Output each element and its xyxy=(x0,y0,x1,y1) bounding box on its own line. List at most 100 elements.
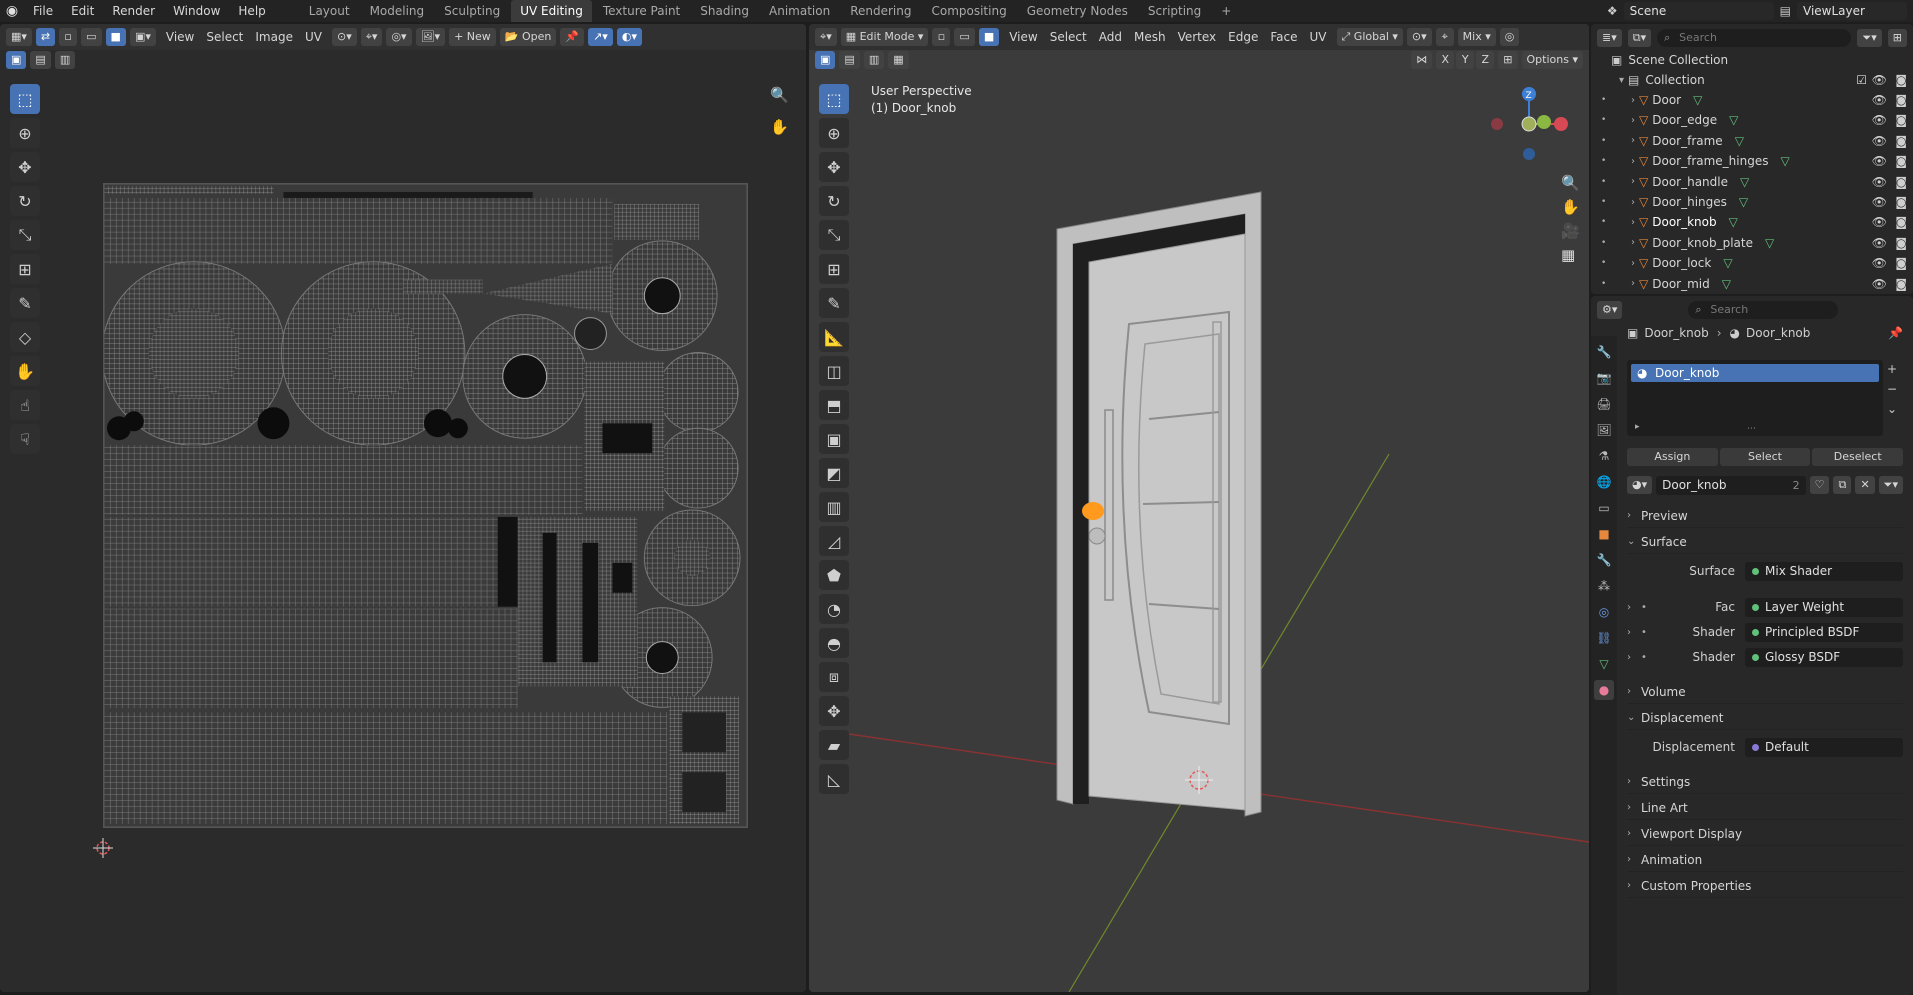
outliner-item-door-lock[interactable]: • › ▽ Door_lock ▽ 👁 ◙ xyxy=(1591,253,1913,273)
outliner-dot-icon[interactable]: • xyxy=(1601,177,1606,187)
proportional-icon[interactable]: ◎▾ xyxy=(386,28,412,46)
uv-gizmo-icon[interactable]: ↗▾ xyxy=(588,28,613,46)
settings-section[interactable]: › Settings xyxy=(1627,770,1903,794)
select-button[interactable]: Select xyxy=(1719,448,1811,466)
visibility-icon[interactable]: 👁 xyxy=(1872,93,1887,107)
expand-chevron-icon[interactable]: › xyxy=(1631,95,1635,106)
pinch-tool-icon[interactable]: ☟ xyxy=(10,424,40,454)
visibility-icon[interactable]: 👁 xyxy=(1872,277,1887,291)
physics-tab-icon[interactable]: ◎ xyxy=(1594,602,1614,622)
outliner-search-input[interactable]: ⌕ Search xyxy=(1657,29,1852,47)
fake-user-icon[interactable]: ♡ xyxy=(1809,476,1830,494)
tab-scripting[interactable]: Scripting xyxy=(1139,0,1210,22)
shader2-input-field[interactable]: Glossy BSDF xyxy=(1745,647,1903,667)
line-art-section[interactable]: › Line Art xyxy=(1627,796,1903,820)
mesh-data-icon[interactable]: ▽ xyxy=(1735,134,1744,148)
relax-tool-icon[interactable]: ☝ xyxy=(10,390,40,420)
outliner-dot-icon[interactable]: • xyxy=(1601,136,1606,146)
outliner-item-door-handle[interactable]: • › ▽ Door_handle ▽ 👁 ◙ xyxy=(1591,172,1913,192)
visibility-icon[interactable]: 👁 xyxy=(1872,175,1887,189)
collection-row[interactable]: ▾ ▤ Collection ☑ 👁 ◙ xyxy=(1591,70,1913,90)
world-tab-icon[interactable]: 🌐 xyxy=(1594,472,1614,492)
select-mode-extend-icon[interactable]: ▤ xyxy=(30,51,51,69)
props-search-input[interactable]: ⌕ Search xyxy=(1688,301,1839,319)
move-tool-icon[interactable]: ✥ xyxy=(10,152,40,182)
scene-icon[interactable]: ❖ xyxy=(1607,4,1618,18)
expand-chevron-icon[interactable]: › xyxy=(1631,135,1635,146)
scene-selector[interactable]: Scene xyxy=(1623,2,1774,20)
menu-help[interactable]: Help xyxy=(229,0,274,22)
outliner-dot-icon[interactable]: • xyxy=(1601,156,1606,166)
tab-layout[interactable]: Layout xyxy=(300,0,359,22)
render-visibility-icon[interactable]: ◙ xyxy=(1895,195,1907,209)
zoom-icon[interactable]: 🔍 xyxy=(770,86,789,104)
outliner-dot-icon[interactable]: • xyxy=(1601,197,1606,207)
2d-cursor-icon[interactable] xyxy=(93,838,113,858)
assign-button[interactable]: Assign xyxy=(1627,448,1718,466)
collection-tab-icon[interactable]: ▭ xyxy=(1594,498,1614,518)
render-visibility-icon[interactable]: ◙ xyxy=(1895,215,1907,229)
render-visibility-icon[interactable]: ◙ xyxy=(1895,277,1907,291)
render-visibility-icon[interactable]: ◙ xyxy=(1895,154,1907,168)
visibility-icon[interactable]: 👁 xyxy=(1872,236,1887,250)
duplicate-material-icon[interactable]: ⧉ xyxy=(1833,476,1852,494)
fac-input-field[interactable]: Layer Weight xyxy=(1745,597,1903,617)
outliner-dot-icon[interactable]: • xyxy=(1601,95,1606,105)
overlay-icon[interactable]: ◐▾ xyxy=(616,28,642,46)
volume-section[interactable]: › Volume xyxy=(1627,680,1903,704)
modifier-tab-icon[interactable]: 🔧 xyxy=(1594,550,1614,570)
new-image-button[interactable]: + New xyxy=(449,28,496,46)
scene-collection-row[interactable]: ▣ Scene Collection xyxy=(1591,50,1913,70)
vertex-select-icon[interactable]: ▫ xyxy=(59,28,78,46)
uv-menu-view[interactable]: View xyxy=(160,28,200,46)
snap-icon[interactable]: ⌖▾ xyxy=(360,28,383,46)
collection-expand-icon[interactable]: ▾ xyxy=(1619,75,1624,86)
tab-modeling[interactable]: Modeling xyxy=(361,0,434,22)
deselect-button[interactable]: Deselect xyxy=(1812,448,1904,466)
surface-section[interactable]: ⌄ Surface xyxy=(1627,530,1903,554)
displacement-section[interactable]: ⌄ Displacement xyxy=(1627,706,1903,730)
material-tab-icon[interactable]: ● xyxy=(1594,680,1614,700)
preview-section[interactable]: › Preview xyxy=(1627,504,1903,528)
expand-chevron-icon[interactable]: › xyxy=(1631,115,1635,126)
outliner-item-door-edge[interactable]: • › ▽ Door_edge ▽ 👁 ◙ xyxy=(1591,110,1913,130)
mesh-data-icon[interactable]: ▽ xyxy=(1739,195,1748,209)
tab-compositing[interactable]: Compositing xyxy=(922,0,1015,22)
data-tab-icon[interactable]: ▽ xyxy=(1594,654,1614,674)
output-tab-icon[interactable]: 🖨 xyxy=(1594,394,1614,414)
pan-icon[interactable]: ✋ xyxy=(770,118,789,136)
outliner-dot-icon[interactable]: • xyxy=(1601,258,1606,268)
viewport-display-section[interactable]: › Viewport Display xyxy=(1627,822,1903,846)
mesh-data-icon[interactable]: ▽ xyxy=(1722,277,1731,291)
outliner-item-door-mid[interactable]: • › ▽ Door_mid ▽ 👁 ◙ xyxy=(1591,274,1913,294)
mesh-data-icon[interactable]: ▽ xyxy=(1740,175,1749,189)
rotate-tool-icon[interactable]: ↻ xyxy=(10,186,40,216)
menu-render[interactable]: Render xyxy=(103,0,164,22)
mesh-data-icon[interactable]: ▽ xyxy=(1780,154,1789,168)
material-filter-icon[interactable]: ⏷▾ xyxy=(1878,476,1903,494)
tab-rendering[interactable]: Rendering xyxy=(841,0,920,22)
edge-select-icon[interactable]: ▭ xyxy=(81,28,102,46)
uv-menu-uv[interactable]: UV xyxy=(299,28,328,46)
outliner-item-door-knob[interactable]: • › ▽ Door_knob ▽ 👁 ◙ xyxy=(1591,212,1913,232)
menu-edit[interactable]: Edit xyxy=(62,0,103,22)
transform-tool-icon[interactable]: ⊞ xyxy=(10,254,40,284)
tab-geometry-nodes[interactable]: Geometry Nodes xyxy=(1018,0,1137,22)
add-workspace-button[interactable]: + xyxy=(1212,0,1240,22)
slot-list-resize-handle[interactable]: ⋯ xyxy=(1747,424,1756,434)
menu-window[interactable]: Window xyxy=(164,0,229,22)
expand-chevron-icon[interactable]: › xyxy=(1631,237,1635,248)
mesh-data-icon[interactable]: ▽ xyxy=(1729,215,1738,229)
tab-sculpting[interactable]: Sculpting xyxy=(435,0,509,22)
cursor-tool-icon[interactable]: ⊕ xyxy=(10,118,40,148)
tab-shading[interactable]: Shading xyxy=(691,0,758,22)
outliner-item-door-frame-hinges[interactable]: • › ▽ Door_frame_hinges ▽ 👁 ◙ xyxy=(1591,151,1913,171)
material-browse-icon[interactable]: ◕▾ xyxy=(1627,476,1653,494)
image-browse-icon[interactable]: 🖼▾ xyxy=(415,28,446,46)
render-visibility-icon[interactable]: ◙ xyxy=(1895,175,1907,189)
grab-tool-icon[interactable]: ✋ xyxy=(10,356,40,386)
surface-shader-field[interactable]: Mix Shader xyxy=(1745,561,1903,581)
visibility-icon[interactable]: 👁 xyxy=(1872,195,1887,209)
tool-tab-icon[interactable]: 🔧 xyxy=(1594,342,1614,362)
annotate-tool-icon[interactable]: ✎ xyxy=(10,288,40,318)
